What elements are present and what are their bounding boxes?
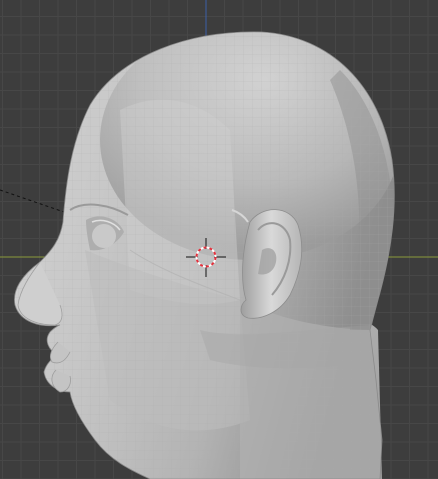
viewport-canvas[interactable] — [0, 0, 438, 479]
3d-viewport[interactable] — [0, 0, 438, 479]
